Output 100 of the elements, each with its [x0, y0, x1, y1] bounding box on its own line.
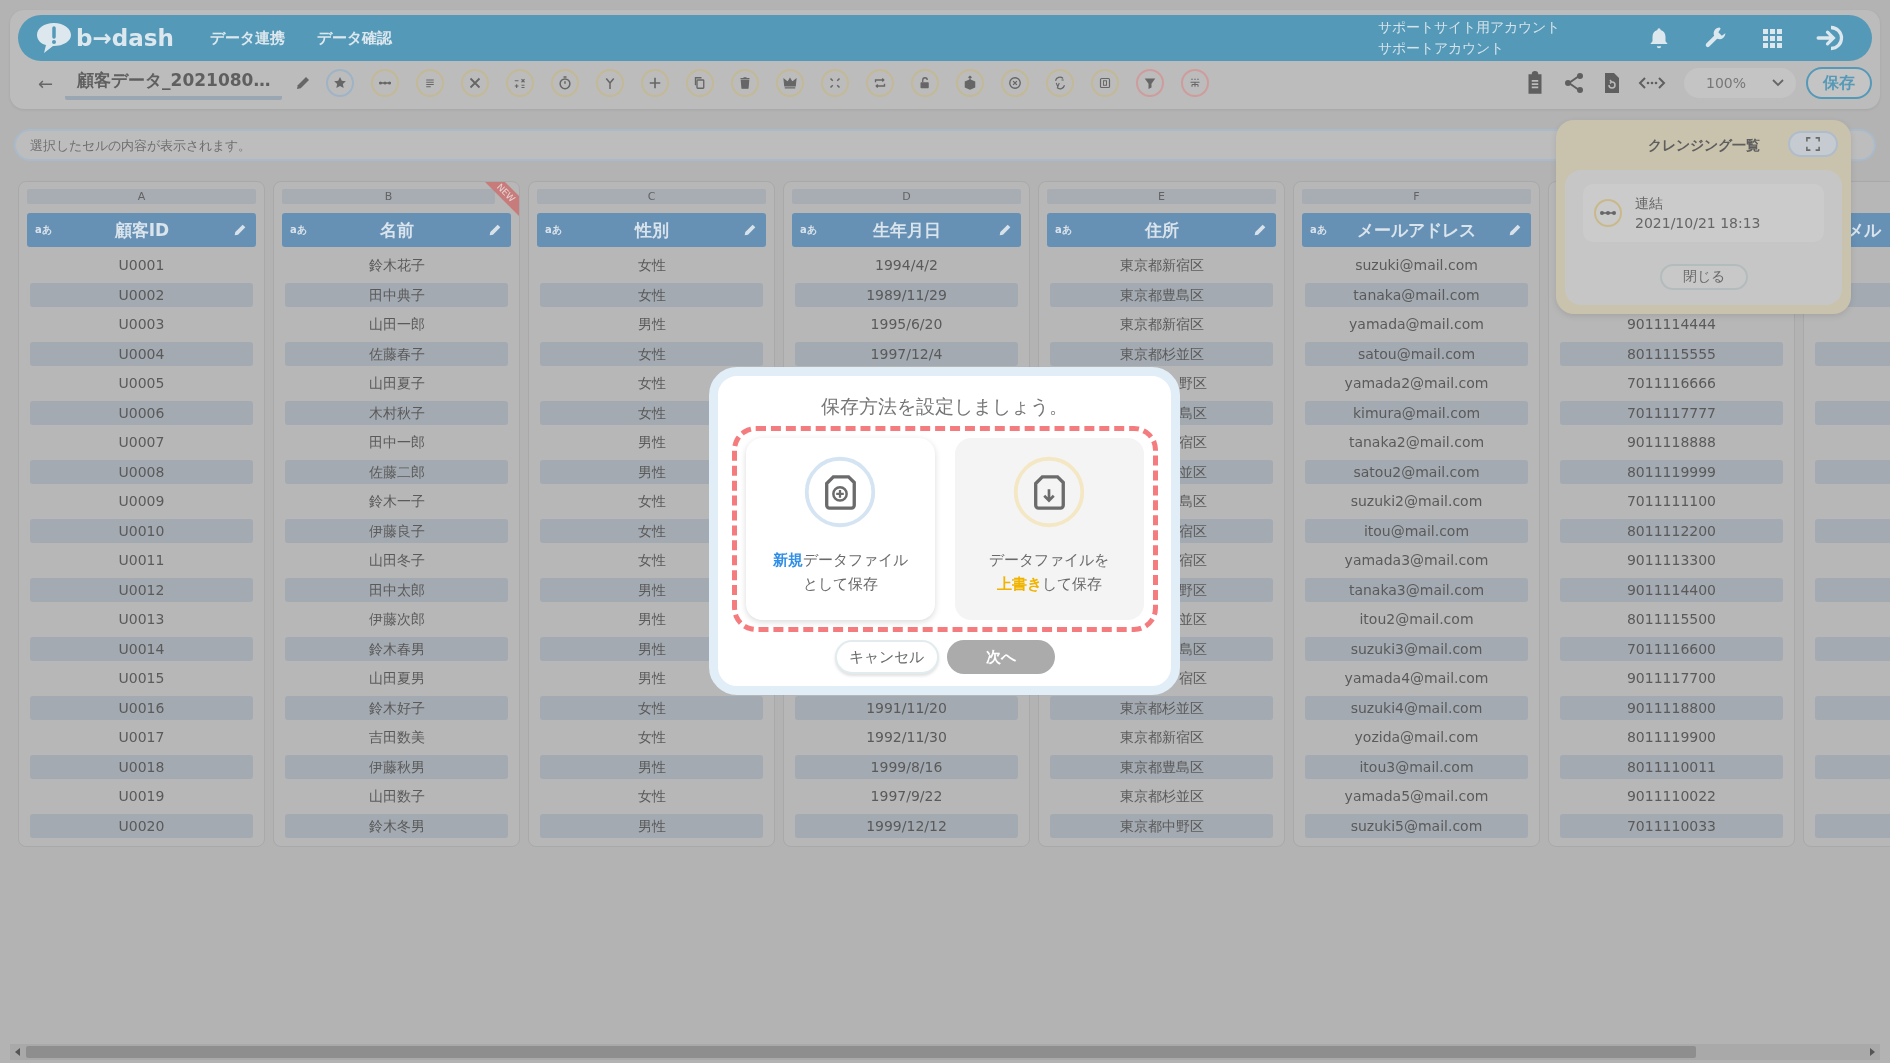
table-cell[interactable]: 女性 [540, 695, 763, 720]
table-cell[interactable]: 9011118800 [1560, 695, 1783, 720]
table-cell[interactable]: satou2@mail.com [1305, 459, 1528, 484]
table-cell[interactable]: 8011119999 [1560, 459, 1783, 484]
repeat-icon[interactable] [866, 69, 895, 97]
table-cell[interactable]: 7011117777 [1560, 400, 1783, 425]
table-cell[interactable]: suzuki5@mail.com [1305, 813, 1528, 838]
table-cell[interactable]: U0006 [30, 400, 253, 425]
split-icon[interactable] [596, 69, 625, 97]
table-cell[interactable]: U0007 [30, 430, 253, 454]
table-cell[interactable]: 田中太郎 [285, 577, 508, 602]
table-cell[interactable]: 佐藤二郎 [285, 459, 508, 484]
scroll-left-icon[interactable] [14, 1048, 22, 1056]
crown-icon[interactable] [776, 69, 805, 97]
table-cell[interactable]: 鈴木一子 [285, 489, 508, 513]
table-cell[interactable]: 1997/9/22 [795, 784, 1018, 808]
table-cell[interactable]: 佐藤春子 [285, 341, 508, 366]
table-cell[interactable]: 8011119900 [1560, 725, 1783, 749]
horizontal-scrollbar[interactable] [10, 1044, 1880, 1060]
table-cell[interactable]: 東京都豊島区 [1050, 754, 1273, 779]
trash-icon[interactable] [731, 69, 760, 97]
column-letter-bar[interactable]: F [1302, 189, 1531, 204]
table-cell[interactable]: 東京都新宿区 [1050, 253, 1273, 277]
table-cell[interactable]: U0016 [30, 695, 253, 720]
table-cell[interactable]: 8011110011 [1560, 754, 1783, 779]
type-label[interactable]: aあ [290, 223, 307, 237]
table-cell[interactable]: 7011116666 [1560, 371, 1783, 395]
table-cell[interactable]: U0002 [30, 282, 253, 307]
table-cell[interactable]: U0013 [30, 607, 253, 631]
table-cell[interactable]: satou@mail.com [1305, 341, 1528, 366]
table-cell[interactable]: kimura@mail.com [1305, 400, 1528, 425]
table-cell[interactable]: 伊藤次郎 [285, 607, 508, 631]
table-cell[interactable]: 東京都杉並区 [1050, 341, 1273, 366]
table-cell[interactable]: 鈴木花子 [285, 253, 508, 277]
save-button[interactable]: 保存 [1806, 67, 1872, 99]
table-cell[interactable]: 9011114444 [1560, 312, 1783, 336]
save-option-card[interactable]: データファイルを 上書き して保存 [954, 438, 1144, 620]
nav-link[interactable]: データ確認 [316, 28, 392, 48]
table-cell[interactable]: U0017 [30, 725, 253, 749]
table-cell[interactable]: U0005 [30, 371, 253, 395]
table-cell[interactable]: 吉田数美 [285, 725, 508, 749]
table-cell[interactable]: U0019 [30, 784, 253, 808]
table-cell[interactable]: 男性 [540, 754, 763, 779]
table-cell[interactable]: U0020 [30, 813, 253, 838]
bracket-icon[interactable] [1091, 69, 1120, 97]
table-cell[interactable]: 1997/12/4 [795, 341, 1018, 366]
back-button[interactable]: ← [38, 72, 54, 94]
type-label[interactable]: aあ [545, 223, 562, 237]
table-cell[interactable]: 木村秋子 [285, 400, 508, 425]
table-cell[interactable]: 山田数子 [285, 784, 508, 808]
table-cell[interactable]: 東京都杉並区 [1050, 784, 1273, 808]
table-cell[interactable]: U0001 [30, 253, 253, 277]
table-cell[interactable]: yamada@mail.com [1305, 312, 1528, 336]
table-cell[interactable]: 東京都新宿区 [1050, 725, 1273, 749]
cleansing-item[interactable]: 連結 2021/10/21 18:13 [1583, 184, 1824, 242]
table-cell[interactable]: tanaka@mail.com [1305, 282, 1528, 307]
table-cell[interactable]: 東京都杉並区 [1050, 695, 1273, 720]
table-cell[interactable]: 田中一郎 [285, 430, 508, 454]
table-cell[interactable]: 女性 [540, 341, 763, 366]
table-cell[interactable]: 8011115500 [1560, 607, 1783, 631]
apps-grid-icon[interactable] [1760, 26, 1784, 50]
share-icon[interactable] [1562, 71, 1586, 95]
table-cell[interactable]: yozida@mail.com [1305, 725, 1528, 749]
table-cell[interactable]: 女性 [540, 784, 763, 808]
collapse-icon[interactable] [821, 69, 850, 97]
type-label[interactable]: aあ [1310, 223, 1327, 237]
table-cell[interactable]: 伊藤秋男 [285, 754, 508, 779]
column-letter-bar[interactable]: D [792, 189, 1021, 204]
file-title[interactable]: 顧客データ_2021080… [65, 66, 283, 100]
table-cell[interactable]: 東京都中野区 [1050, 813, 1273, 838]
table-cell[interactable]: 1992/11/30 [795, 725, 1018, 749]
table-cell[interactable]: U0015 [30, 666, 253, 690]
lines-icon[interactable] [416, 69, 445, 97]
table-cell[interactable]: 1999/12/12 [795, 813, 1018, 838]
table-cell[interactable]: 1989/11/29 [795, 282, 1018, 307]
column-header[interactable]: aあ 生年月日 [792, 213, 1021, 247]
table-cell[interactable]: yamada2@mail.com [1305, 371, 1528, 395]
column-letter-bar[interactable]: E [1047, 189, 1276, 204]
logo-text[interactable]: b→dash [76, 25, 174, 51]
table-cell[interactable]: 東京都豊島区 [1050, 282, 1273, 307]
table-cell[interactable]: 男性 [540, 312, 763, 336]
pencil-icon[interactable] [1252, 222, 1268, 238]
column-header[interactable]: aあ 顧客ID [27, 213, 256, 247]
table-cell[interactable]: itou2@mail.com [1305, 607, 1528, 631]
table-cell[interactable]: 伊藤良子 [285, 518, 508, 543]
table-cell[interactable]: 1994/4/2 [795, 253, 1018, 277]
table-cell[interactable]: 9011113300 [1560, 548, 1783, 572]
save-option-card[interactable]: 新規データファイル として保存 [745, 438, 935, 620]
tools-icon[interactable] [461, 69, 490, 97]
table-cell[interactable]: suzuki@mail.com [1305, 253, 1528, 277]
zoom-select[interactable]: 100% [1684, 68, 1796, 98]
table-cell[interactable]: 1995/6/20 [795, 312, 1018, 336]
table-cell[interactable]: yamada5@mail.com [1305, 784, 1528, 808]
table-cell[interactable]: tanaka3@mail.com [1305, 577, 1528, 602]
table-cell[interactable]: U0011 [30, 548, 253, 572]
dialog-button[interactable]: キャンセル [834, 640, 939, 674]
table-cell[interactable]: 9011118888 [1560, 430, 1783, 454]
table-cell[interactable]: 7011110033 [1560, 813, 1783, 838]
column-letter-bar[interactable]: A [27, 189, 256, 204]
close-button[interactable]: 閉じる [1659, 264, 1748, 290]
